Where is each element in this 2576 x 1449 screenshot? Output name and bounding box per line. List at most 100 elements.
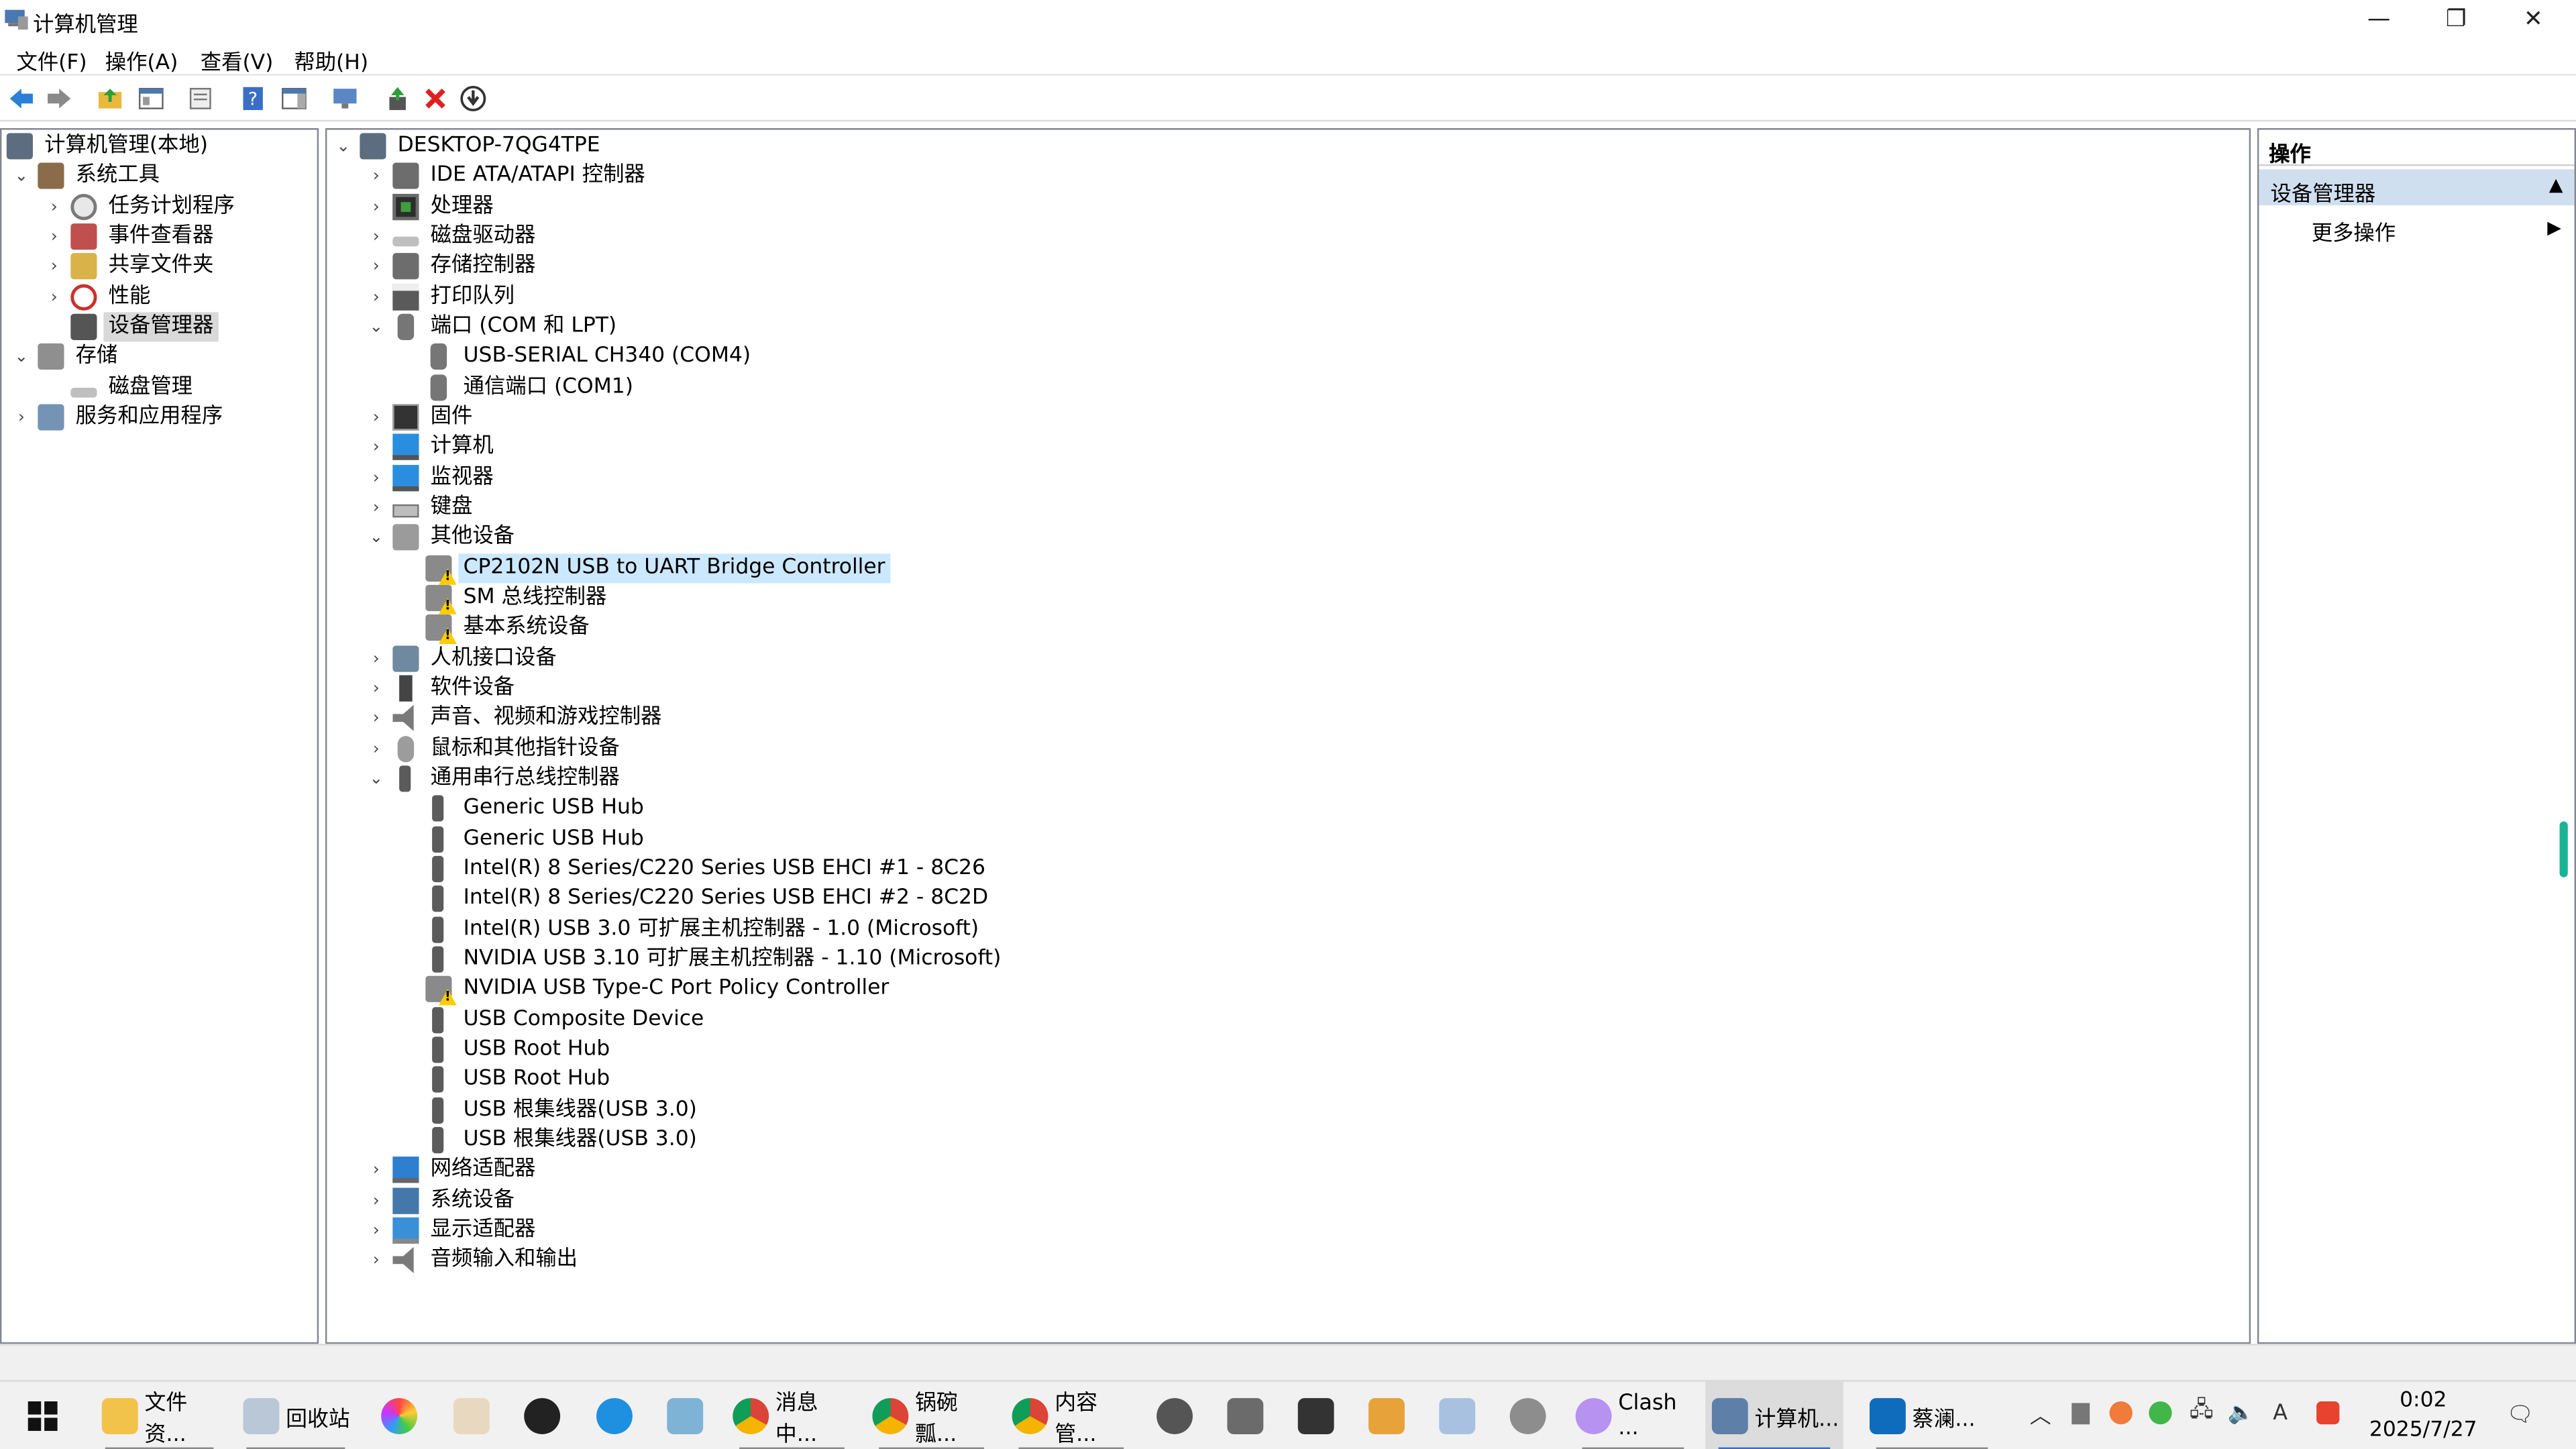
device-item-selected[interactable]: CP2102N USB to UART Bridge Controller [425, 553, 890, 584]
start-button[interactable] [13, 1382, 72, 1449]
network-icon[interactable]: 🖧 [2188, 1398, 2214, 1426]
up-button[interactable] [95, 84, 125, 113]
notification-center-icon[interactable]: 🗨 [2507, 1401, 2534, 1428]
help-button[interactable]: ? [238, 84, 268, 113]
menu-view[interactable]: 查看(V) [201, 44, 274, 76]
tree-device-manager[interactable]: 设备管理器 [70, 312, 219, 342]
taskbar-file-explorer[interactable]: 文件资... [92, 1382, 227, 1449]
device-item[interactable]: USB-SERIAL CH340 (COM4) [425, 341, 755, 371]
category-processors[interactable]: › 处理器 [366, 193, 498, 222]
collapse-triangle-icon[interactable]: ▲ [2549, 174, 2563, 196]
tree-system-tools[interactable]: ⌄ 系统工具 [11, 161, 164, 191]
tree-task-scheduler[interactable]: › 任务计划程序 [44, 193, 239, 222]
category-print-queues[interactable]: › 打印队列 [366, 282, 519, 312]
tree-storage[interactable]: ⌄ 存储 [11, 341, 123, 371]
chevron-right-icon[interactable]: › [366, 432, 386, 462]
chevron-right-icon[interactable]: › [11, 402, 31, 432]
chevron-right-icon[interactable]: › [366, 464, 386, 493]
chevron-right-icon[interactable]: › [366, 493, 386, 523]
chevron-down-icon[interactable]: ⌄ [366, 764, 386, 794]
scan-hardware-button[interactable] [330, 84, 360, 113]
chevron-right-icon[interactable]: › [366, 1186, 386, 1216]
tree-performance[interactable]: › 性能 [44, 282, 156, 312]
show-hidden-icons-chevron-icon[interactable]: ︿ [2027, 1400, 2053, 1429]
category-other-devices[interactable]: ⌄ 其他设备 [366, 523, 519, 552]
chevron-right-icon[interactable]: › [366, 252, 386, 281]
taskbar-clash[interactable]: Clash ... [1569, 1382, 1697, 1449]
chevron-down-icon[interactable]: ⌄ [366, 312, 386, 341]
device-item[interactable]: Intel(R) 8 Series/C220 Series USB EHCI #… [425, 854, 990, 883]
chevron-right-icon[interactable]: › [366, 735, 386, 764]
category-mice[interactable]: › 鼠标和其他指针设备 [366, 735, 625, 764]
device-item[interactable]: Intel(R) USB 3.0 可扩展主机控制器 - 1.0 (Microso… [425, 915, 983, 945]
device-item[interactable]: USB Root Hub [425, 1065, 614, 1094]
console-tree-button[interactable] [136, 84, 166, 113]
submenu-arrow-icon[interactable]: ▶ [2547, 217, 2561, 238]
action-pane-button[interactable] [279, 84, 309, 113]
uninstall-device-button[interactable] [421, 84, 450, 113]
device-tree-root[interactable]: ⌄ DESKTOP-7QG4TPE [333, 131, 605, 161]
taskbar-chrome-1[interactable]: 消息中... [726, 1382, 857, 1449]
category-display-adapters[interactable]: › 显示适配器 [366, 1216, 541, 1245]
device-item[interactable]: USB 根集线器(USB 3.0) [425, 1095, 702, 1125]
menu-help[interactable]: 帮助(H) [294, 44, 368, 76]
chevron-right-icon[interactable]: › [366, 674, 386, 703]
taskbar-computer-management[interactable]: 计算机... [1705, 1381, 1843, 1449]
device-item[interactable]: SM 总线控制器 [425, 583, 611, 612]
category-ports[interactable]: ⌄ 端口 (COM 和 LPT) [366, 312, 621, 341]
taskbar-chrome-3[interactable]: 内容管... [1006, 1382, 1137, 1449]
device-item[interactable]: 通信端口 (COM1) [425, 373, 638, 402]
category-keyboards[interactable]: › 键盘 [366, 493, 478, 523]
actions-section-device-manager[interactable]: 设备管理器 ▲ [2259, 169, 2575, 207]
back-button[interactable] [7, 84, 36, 113]
category-network[interactable]: › 网络适配器 [366, 1155, 541, 1185]
chevron-right-icon[interactable]: › [366, 1216, 386, 1245]
chevron-right-icon[interactable]: › [366, 193, 386, 222]
chevron-right-icon[interactable]: › [366, 1245, 386, 1275]
category-firmware[interactable]: › 固件 [366, 402, 478, 432]
category-software-devices[interactable]: › 软件设备 [366, 674, 519, 703]
tree-disk-management[interactable]: 磁盘管理 [70, 373, 197, 402]
tray-app-orange-icon[interactable] [2108, 1400, 2134, 1426]
chevron-right-icon[interactable]: › [366, 282, 386, 312]
device-item[interactable]: USB 根集线器(USB 3.0) [425, 1126, 702, 1155]
tray-app-green-icon[interactable] [2147, 1400, 2174, 1426]
category-computer[interactable]: › 计算机 [366, 432, 498, 462]
chevron-down-icon[interactable]: ⌄ [366, 523, 386, 552]
taskbar-recycle-bin[interactable]: 回收站 [233, 1382, 358, 1449]
category-audio-io[interactable]: › 音频输入和输出 [366, 1245, 582, 1275]
taskbar-app-chrome-alt[interactable] [1153, 1382, 1196, 1449]
forward-button[interactable] [44, 84, 74, 113]
device-item[interactable]: USB Root Hub [425, 1035, 614, 1065]
chevron-right-icon[interactable]: › [366, 1155, 386, 1185]
chevron-down-icon[interactable]: ⌄ [11, 341, 31, 371]
device-item[interactable]: Generic USB Hub [425, 794, 649, 823]
tree-root[interactable]: 计算机管理(本地) [6, 131, 213, 161]
device-item[interactable]: 基本系统设备 [425, 612, 594, 642]
chevron-right-icon[interactable]: › [44, 252, 64, 281]
taskbar-app-ue[interactable] [521, 1382, 564, 1449]
device-item[interactable]: NVIDIA USB 3.10 可扩展主机控制器 - 1.10 (Microso… [425, 945, 1006, 974]
chevron-right-icon[interactable]: › [44, 222, 64, 252]
chevron-right-icon[interactable]: › [44, 282, 64, 312]
tree-shared-folders[interactable]: › 共享文件夹 [44, 252, 219, 281]
tree-services-apps[interactable]: › 服务和应用程序 [11, 402, 227, 432]
taskbar-app-browser[interactable] [593, 1382, 636, 1449]
taskbar-app-colorful[interactable] [378, 1382, 421, 1449]
device-item[interactable]: USB Composite Device [425, 1006, 708, 1035]
category-usb[interactable]: ⌄ 通用串行总线控制器 [366, 764, 625, 794]
chevron-down-icon[interactable]: ⌄ [11, 161, 31, 191]
chevron-right-icon[interactable]: › [366, 703, 386, 733]
taskbar-app-mfc[interactable] [1365, 1382, 1408, 1449]
tray-app-gray-icon[interactable] [2067, 1400, 2093, 1426]
volume-icon[interactable]: 🔈 [2228, 1400, 2255, 1426]
chevron-down-icon[interactable]: ⌄ [333, 131, 353, 161]
category-disk-drives[interactable]: › 磁盘驱动器 [366, 222, 541, 252]
category-system-devices[interactable]: › 系统设备 [366, 1186, 519, 1216]
disable-device-button[interactable] [458, 84, 488, 113]
device-item[interactable]: Intel(R) 8 Series/C220 Series USB EHCI #… [425, 884, 993, 914]
category-hid[interactable]: › 人机接口设备 [366, 644, 561, 674]
taskbar-chrome-2[interactable]: 锅碗瓢... [866, 1382, 998, 1449]
chevron-right-icon[interactable]: › [44, 193, 64, 222]
system-clock[interactable]: 0:02 2025/7/27 [2363, 1387, 2484, 1446]
